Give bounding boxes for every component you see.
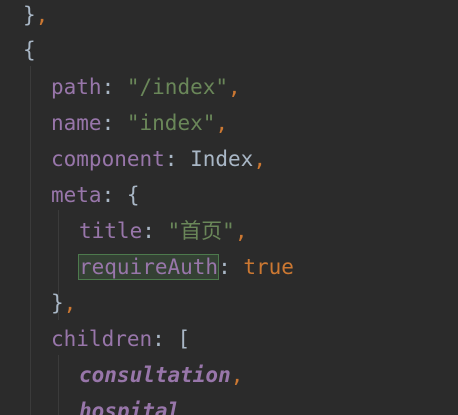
colon-brace: : { <box>101 183 140 207</box>
code-line[interactable]: hospital <box>79 393 180 415</box>
comma: , <box>234 219 248 243</box>
code-line[interactable]: name: "index", <box>51 105 228 141</box>
path-value: "/index" <box>126 75 229 99</box>
code-line[interactable]: path: "/index", <box>51 69 241 105</box>
colon: : <box>101 75 127 99</box>
code-line[interactable]: { <box>23 32 36 68</box>
comma: , <box>215 111 229 135</box>
colon: : <box>164 147 191 171</box>
code-line[interactable]: }, <box>23 0 48 33</box>
title-key: title <box>79 219 143 243</box>
colon: : <box>142 219 168 243</box>
name-value: "index" <box>126 111 216 135</box>
name-key: name <box>51 111 102 135</box>
require-auth-value: true <box>243 255 294 279</box>
comma: , <box>230 363 244 387</box>
colon-bracket: : [ <box>152 327 191 351</box>
code-line[interactable]: meta: { <box>51 177 140 213</box>
comma: , <box>228 75 241 99</box>
colon: : <box>101 111 127 135</box>
code-line[interactable]: title: "首页", <box>79 213 247 249</box>
code-line[interactable]: }, <box>51 285 76 321</box>
code-line[interactable]: requireAuth: true <box>77 249 294 285</box>
path-key: path <box>51 75 102 99</box>
child-hospital: hospital <box>79 399 181 415</box>
indent-guide <box>30 66 31 415</box>
child-consultation: consultation <box>79 363 231 387</box>
closing-brace: } <box>23 3 36 27</box>
comma: , <box>35 3 49 27</box>
code-editor[interactable]: }, { path: "/index", name: "index", comp… <box>0 0 458 415</box>
code-line[interactable]: component: Index, <box>51 141 266 177</box>
title-value: "首页" <box>167 219 235 243</box>
require-auth-key[interactable]: requireAuth <box>77 254 220 280</box>
code-line[interactable]: consultation, <box>79 357 243 393</box>
component-key: component <box>51 147 165 171</box>
closing-brace: } <box>51 291 64 315</box>
indent-guide <box>58 355 59 415</box>
children-key: children <box>51 327 153 351</box>
comma: , <box>253 147 266 171</box>
component-value: Index <box>190 147 254 171</box>
opening-brace: { <box>23 38 36 62</box>
code-line[interactable]: children: [ <box>51 321 190 357</box>
meta-key: meta <box>51 183 102 207</box>
colon: : <box>218 255 244 279</box>
comma: , <box>63 291 77 315</box>
